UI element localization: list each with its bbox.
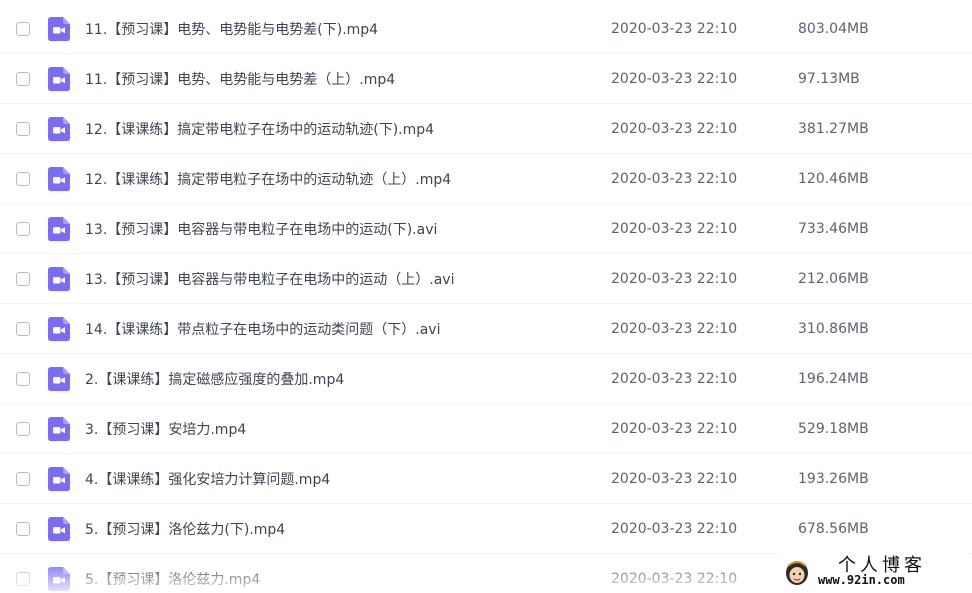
file-row[interactable]: 11.【预习课】电势、电势能与电势差（上）.mp4 2020-03-23 22:1…	[0, 54, 972, 104]
video-file-icon	[48, 516, 70, 541]
file-name[interactable]: 12.【课课练】搞定带电粒子在场中的运动轨迹(下).mp4	[85, 119, 434, 139]
file-row[interactable]: 4.【课课练】强化安培力计算问题.mp4 2020-03-23 22:10 193.…	[0, 454, 972, 504]
file-date: 2020-03-23 22:10	[611, 320, 738, 337]
file-size: 803.04MB	[798, 20, 869, 37]
file-row[interactable]: 12.【课课练】搞定带电粒子在场中的运动轨迹（上）.mp4 2020-03-23 …	[0, 154, 972, 204]
file-name[interactable]: 5.【预习课】洛伦兹力(下).mp4	[85, 519, 285, 539]
file-size: 678.56MB	[798, 520, 869, 537]
file-size: 310.86MB	[798, 320, 869, 337]
file-size: 193.26MB	[798, 470, 869, 487]
file-name[interactable]: 11.【预习课】电势、电势能与电势差(下).mp4	[85, 19, 378, 39]
file-size: 120.46MB	[798, 170, 869, 187]
row-checkbox[interactable]	[16, 321, 30, 336]
file-name[interactable]: 5.【预习课】洛伦兹力.mp4	[85, 569, 260, 589]
watermark: 个人博客 www.92in.com	[780, 553, 968, 589]
file-size: 381.27MB	[798, 120, 869, 137]
file-size: 97.13MB	[798, 70, 860, 87]
row-checkbox[interactable]	[16, 571, 30, 586]
video-file-icon	[48, 66, 70, 91]
video-file-icon	[48, 366, 70, 391]
file-name[interactable]: 11.【预习课】电势、电势能与电势差（上）.mp4	[85, 69, 395, 89]
row-checkbox[interactable]	[16, 21, 30, 36]
file-name[interactable]: 3.【预习课】安培力.mp4	[85, 419, 246, 439]
file-row[interactable]: 13.【预习课】电容器与带电粒子在电场中的运动（上）.avi 2020-03-23…	[0, 254, 972, 304]
video-file-icon	[48, 316, 70, 341]
file-list: 11.【预习课】电势、电势能与电势差(下).mp4 2020-03-23 22:1…	[0, 0, 972, 593]
watermark-avatar-icon	[784, 556, 810, 586]
file-date: 2020-03-23 22:10	[611, 570, 738, 587]
watermark-url: www.92in.com	[818, 573, 905, 587]
file-date: 2020-03-23 22:10	[611, 470, 738, 487]
file-row[interactable]: 3.【预习课】安培力.mp4 2020-03-23 22:10 529.18MB	[0, 404, 972, 454]
row-checkbox[interactable]	[16, 521, 30, 536]
row-checkbox[interactable]	[16, 171, 30, 186]
file-row[interactable]: 14.【课课练】带点粒子在电场中的运动类问题（下）.avi 2020-03-23 …	[0, 304, 972, 354]
file-date: 2020-03-23 22:10	[611, 220, 738, 237]
file-size: 529.18MB	[798, 420, 869, 437]
file-date: 2020-03-23 22:10	[611, 270, 738, 287]
file-name[interactable]: 13.【预习课】电容器与带电粒子在电场中的运动（上）.avi	[85, 269, 454, 289]
file-row[interactable]: 11.【预习课】电势、电势能与电势差(下).mp4 2020-03-23 22:1…	[0, 4, 972, 54]
file-name[interactable]: 2.【课课练】搞定磁感应强度的叠加.mp4	[85, 369, 344, 389]
file-date: 2020-03-23 22:10	[611, 170, 738, 187]
file-name[interactable]: 14.【课课练】带点粒子在电场中的运动类问题（下）.avi	[85, 319, 440, 339]
file-name[interactable]: 13.【预习课】电容器与带电粒子在电场中的运动(下).avi	[85, 219, 437, 239]
video-file-icon	[48, 466, 70, 491]
file-date: 2020-03-23 22:10	[611, 20, 738, 37]
file-row[interactable]: 12.【课课练】搞定带电粒子在场中的运动轨迹(下).mp4 2020-03-23 …	[0, 104, 972, 154]
row-checkbox[interactable]	[16, 371, 30, 386]
row-checkbox[interactable]	[16, 221, 30, 236]
video-file-icon	[48, 116, 70, 141]
file-date: 2020-03-23 22:10	[611, 370, 738, 387]
file-row[interactable]: 5.【预习课】洛伦兹力(下).mp4 2020-03-23 22:10 678.56…	[0, 504, 972, 554]
file-name[interactable]: 4.【课课练】强化安培力计算问题.mp4	[85, 469, 330, 489]
video-file-icon	[48, 16, 70, 41]
file-name[interactable]: 12.【课课练】搞定带电粒子在场中的运动轨迹（上）.mp4	[85, 169, 451, 189]
row-checkbox[interactable]	[16, 121, 30, 136]
video-file-icon	[48, 216, 70, 241]
row-checkbox[interactable]	[16, 471, 30, 486]
file-size: 733.46MB	[798, 220, 869, 237]
file-date: 2020-03-23 22:10	[611, 420, 738, 437]
row-checkbox[interactable]	[16, 421, 30, 436]
file-size: 196.24MB	[798, 370, 869, 387]
video-file-icon	[48, 266, 70, 291]
row-checkbox[interactable]	[16, 271, 30, 286]
video-file-icon	[48, 416, 70, 441]
file-size: 212.06MB	[798, 270, 869, 287]
file-date: 2020-03-23 22:10	[611, 120, 738, 137]
video-file-icon	[48, 566, 70, 591]
file-date: 2020-03-23 22:10	[611, 70, 738, 87]
file-row[interactable]: 13.【预习课】电容器与带电粒子在电场中的运动(下).avi 2020-03-23…	[0, 204, 972, 254]
row-checkbox[interactable]	[16, 71, 30, 86]
video-file-icon	[48, 166, 70, 191]
file-row[interactable]: 2.【课课练】搞定磁感应强度的叠加.mp4 2020-03-23 22:10 196…	[0, 354, 972, 404]
file-date: 2020-03-23 22:10	[611, 520, 738, 537]
